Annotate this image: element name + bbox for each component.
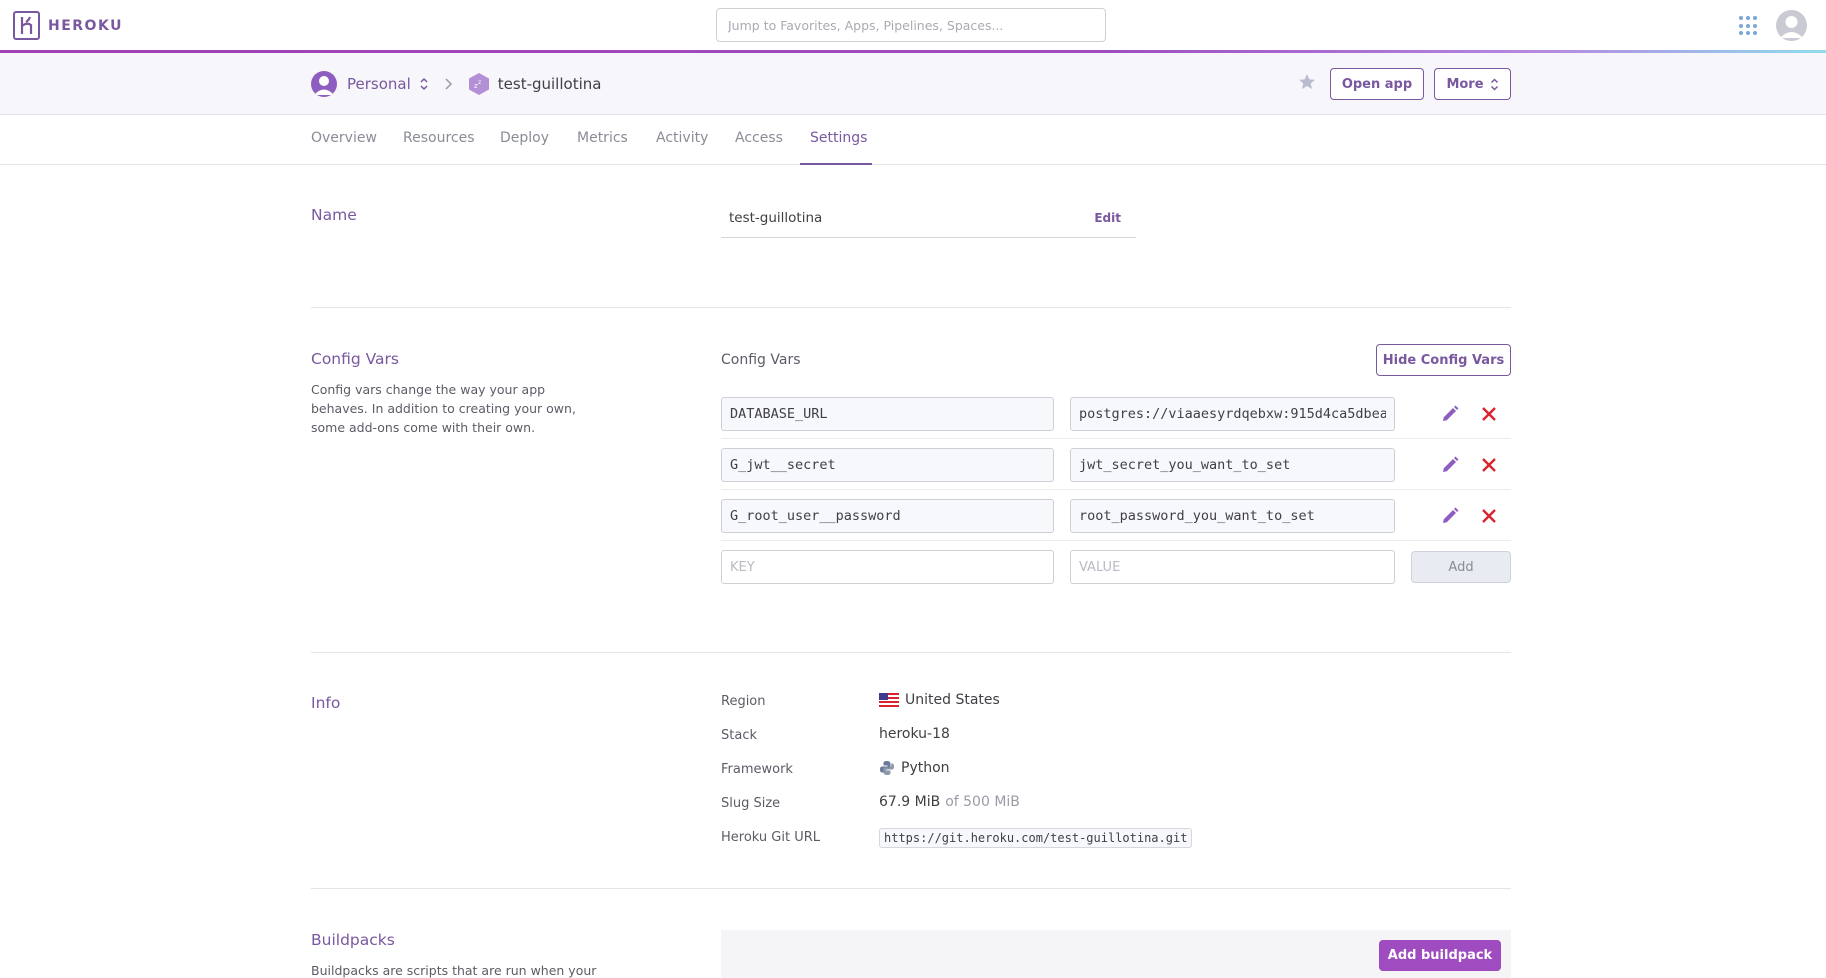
- region-label: Region: [721, 694, 766, 709]
- sleeping-dyno-icon: z z: [468, 73, 489, 95]
- config-var-key-input[interactable]: [721, 448, 1054, 482]
- tab-overview[interactable]: Overview: [311, 130, 377, 146]
- framework-value-text: Python: [901, 760, 950, 776]
- config-var-value-input[interactable]: [1070, 499, 1395, 533]
- stack-value: heroku-18: [879, 726, 950, 742]
- add-buildpack-button[interactable]: Add buildpack: [1379, 940, 1501, 971]
- stack-label: Stack: [721, 728, 757, 743]
- tab-deploy[interactable]: Deploy: [500, 130, 549, 146]
- pencil-icon[interactable]: [1440, 506, 1460, 526]
- account-switcher[interactable]: Personal: [347, 75, 411, 93]
- pencil-icon[interactable]: [1440, 455, 1460, 475]
- section-divider: [311, 888, 1511, 889]
- chevron-right-icon: [445, 78, 452, 90]
- user-avatar-icon[interactable]: [1776, 10, 1807, 41]
- section-divider: [311, 652, 1511, 653]
- us-flag-icon: [879, 693, 899, 707]
- config-vars-heading: Config Vars: [721, 352, 801, 368]
- more-button[interactable]: More: [1434, 68, 1511, 100]
- framework-value: Python: [879, 760, 950, 776]
- info-section-title: Info: [311, 694, 341, 712]
- search-input[interactable]: [716, 8, 1106, 42]
- region-value-text: United States: [905, 692, 1000, 708]
- config-var-value-input[interactable]: [1070, 397, 1395, 431]
- config-var-row-divider: [721, 438, 1511, 439]
- config-var-key-input[interactable]: [721, 499, 1054, 533]
- edit-name-button[interactable]: Edit: [1094, 211, 1121, 225]
- config-var-row-divider: [721, 540, 1511, 541]
- logo-text: HEROKU: [48, 17, 123, 34]
- python-icon: [880, 761, 894, 775]
- heroku-logo[interactable]: HEROKU: [13, 11, 123, 40]
- more-button-label: More: [1446, 76, 1484, 92]
- config-var-value-input[interactable]: [1070, 448, 1395, 482]
- buildpacks-description: Buildpacks are scripts that are run when…: [311, 963, 597, 978]
- breadcrumb: Personal z z test-guillotina: [311, 70, 601, 98]
- section-divider: [311, 307, 1511, 308]
- pencil-icon[interactable]: [1440, 404, 1460, 424]
- framework-label: Framework: [721, 762, 793, 777]
- open-app-button[interactable]: Open app: [1330, 68, 1424, 100]
- add-config-var-button[interactable]: Add: [1411, 551, 1511, 583]
- active-tab-indicator: [800, 163, 872, 165]
- region-value: United States: [879, 692, 1000, 708]
- tab-access[interactable]: Access: [735, 130, 783, 146]
- svg-text:z: z: [478, 79, 481, 86]
- top-header: HEROKU: [0, 0, 1826, 52]
- tab-resources[interactable]: Resources: [403, 130, 475, 146]
- config-vars-section-title: Config Vars: [311, 350, 400, 368]
- slug-size-limit: of 500 MiB: [945, 794, 1020, 810]
- name-section-title: Name: [311, 206, 357, 224]
- app-name[interactable]: test-guillotina: [498, 75, 602, 93]
- new-config-key-input[interactable]: [721, 550, 1054, 584]
- close-icon[interactable]: [1479, 506, 1499, 526]
- apps-grid-icon[interactable]: [1739, 16, 1759, 36]
- buildpacks-section-title: Buildpacks: [311, 931, 395, 949]
- slug-size-label: Slug Size: [721, 796, 781, 811]
- slug-size-value: 67.9 MiB of 500 MiB: [879, 794, 1020, 810]
- tab-settings[interactable]: Settings: [810, 130, 867, 146]
- star-icon[interactable]: [1297, 72, 1317, 92]
- up-down-chevron-icon: [1490, 77, 1498, 91]
- app-tabs: Overview Resources Deploy Metrics Activi…: [0, 115, 1826, 165]
- new-config-value-input[interactable]: [1070, 550, 1395, 584]
- up-down-chevron-icon[interactable]: [419, 77, 429, 91]
- tab-metrics[interactable]: Metrics: [577, 130, 628, 146]
- app-name-field: test-guillotina Edit: [721, 204, 1136, 238]
- app-name-value: test-guillotina: [729, 210, 823, 226]
- config-vars-description: Config vars change the way your app beha…: [311, 382, 576, 435]
- close-icon[interactable]: [1479, 455, 1499, 475]
- config-var-row-divider: [721, 489, 1511, 490]
- config-var-key-input[interactable]: [721, 397, 1054, 431]
- app-header: Personal z z test-guillotina Open app Mo…: [0, 53, 1826, 115]
- close-icon[interactable]: [1479, 404, 1499, 424]
- hide-config-vars-button[interactable]: Hide Config Vars: [1376, 344, 1511, 376]
- git-url-label: Heroku Git URL: [721, 830, 820, 845]
- git-url-value[interactable]: https://git.heroku.com/test-guillotina.g…: [879, 828, 1193, 848]
- slug-size-text: 67.9 MiB: [879, 794, 941, 810]
- heroku-logo-icon: [13, 11, 40, 40]
- account-avatar-icon: [311, 71, 337, 97]
- tab-activity[interactable]: Activity: [656, 130, 708, 146]
